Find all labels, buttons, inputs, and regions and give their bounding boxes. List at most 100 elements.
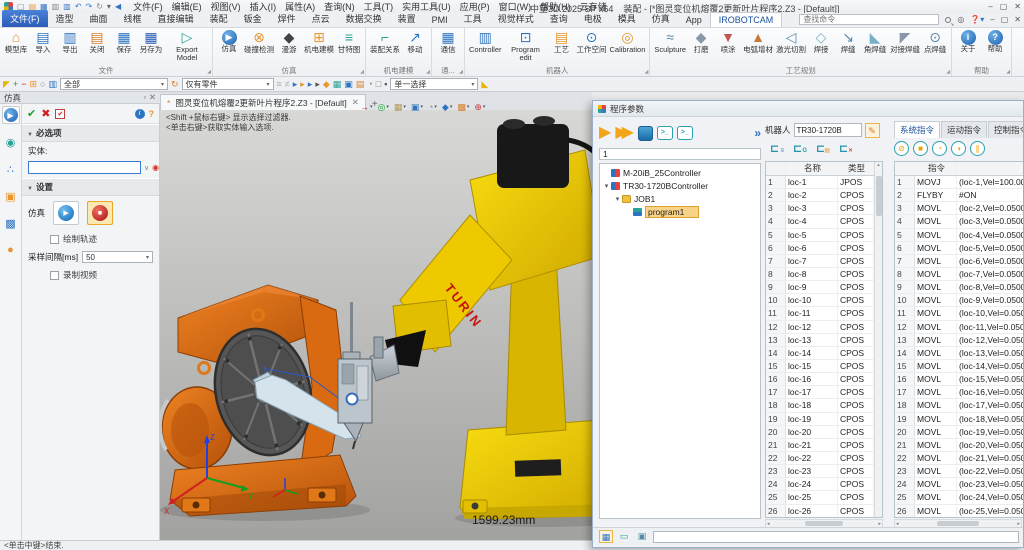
walkthrough-icon[interactable]: ◉ (2, 133, 20, 151)
dot-icon[interactable]: ▪ (384, 78, 387, 91)
program-window-input[interactable] (653, 531, 1019, 543)
mechatronics-tree-icon[interactable]: ∴ (2, 160, 20, 178)
ribbon-button[interactable]: ≡甘特图 (336, 29, 362, 54)
csys-icon[interactable]: ◎▾ (378, 102, 389, 113)
location-row[interactable]: 6loc-6CPOS1 (766, 242, 882, 255)
location-row[interactable]: 14loc-14CPOS1 (766, 347, 882, 360)
tree-expand-icon[interactable]: ▾ (613, 195, 622, 203)
ribbon-button[interactable]: ▼喷涂 (715, 29, 741, 54)
ribbon-button[interactable]: ↘焊缝 (835, 29, 861, 54)
ribbon-tab[interactable]: 钣金 (236, 10, 270, 27)
settings-gear-icon[interactable]: ◎ (957, 15, 964, 24)
human-icon[interactable]: ● (2, 241, 20, 259)
selection-mode-combo[interactable]: 单一选择▾ (390, 78, 478, 90)
pick-edge-icon[interactable]: ▸ (300, 78, 305, 91)
monitor-view-button[interactable]: ▭ (617, 530, 631, 543)
ribbon-button[interactable]: ⊙工作空间 (576, 29, 608, 54)
ribbon-tab[interactable]: PMI (424, 13, 456, 27)
location-row[interactable]: 19loc-19CPOS1 (766, 413, 882, 426)
location-row[interactable]: 15loc-15CPOS1 (766, 360, 882, 373)
close-icon[interactable]: ✕ (1014, 2, 1021, 11)
doc-restore-icon[interactable]: ▢ (1001, 15, 1009, 24)
insert-loc-button[interactable]: ⊏≡ (765, 142, 784, 158)
edit-robot-button[interactable]: ✎ (865, 123, 880, 138)
command-tab[interactable]: 控制指令 (988, 121, 1024, 138)
location-row[interactable]: 16loc-16CPOS1 (766, 373, 882, 386)
expand-more-button[interactable]: » (754, 126, 761, 140)
command-row[interactable]: 4MOVL(loc-3,Vel=0.05000,A (895, 215, 1024, 228)
command-row[interactable]: 25MOVL(loc-24,Vel=0.05000,A (895, 491, 1024, 504)
command-row[interactable]: 10MOVL(loc-9,Vel=0.05000,A (895, 294, 1024, 307)
ribbon-tab[interactable]: 点云 (304, 10, 338, 27)
ribbon-tab[interactable]: App (678, 13, 710, 27)
add-icon[interactable]: + (13, 78, 18, 91)
info-icon[interactable]: i (135, 109, 145, 119)
location-row[interactable]: 11loc-11CPOS1 (766, 307, 882, 320)
dialog-launcher-icon[interactable]: ◢ (459, 69, 463, 75)
ok-button[interactable]: ✔ (27, 107, 36, 120)
command-row[interactable]: 16MOVL(loc-15,Vel=0.05000,A (895, 373, 1024, 386)
ribbon-button[interactable]: ◤对接焊缝 (889, 29, 921, 54)
view-cube-icon[interactable]: ▣▾ (411, 102, 423, 113)
schedule-view-button[interactable]: ▣ (635, 530, 649, 543)
location-row[interactable]: 17loc-17CPOS1 (766, 386, 882, 399)
location-row[interactable]: 10loc-10CPOS1 (766, 294, 882, 307)
clock-icon[interactable]: ◔ (367, 78, 372, 91)
robot-combo[interactable]: TR30-1720B (794, 123, 862, 137)
snap-icon[interactable]: ◆ (323, 78, 330, 91)
tree-item[interactable]: ▾JOB1 (600, 192, 760, 205)
positioner-model[interactable] (160, 285, 356, 516)
ribbon-tab[interactable]: 模具 (610, 10, 644, 27)
location-row[interactable]: 21loc-21CPOS1 (766, 439, 882, 452)
ribbon-tab[interactable]: 电极 (576, 10, 610, 27)
ribbon-button[interactable]: ▤工艺 (549, 29, 575, 54)
location-row[interactable]: 23loc-23CPOS1 (766, 465, 882, 478)
stop-run-button[interactable] (638, 126, 653, 141)
command-search-input[interactable] (799, 14, 939, 25)
doc-close-icon[interactable]: ✕ (1014, 15, 1021, 24)
command-row[interactable]: 1MOVJ(loc-1,Vel=100.00000, (895, 176, 1024, 189)
command-row[interactable]: 26MOVL(loc-25,Vel=0.05000,A (895, 505, 1024, 518)
ribbon-tab[interactable]: 视觉样式 (490, 10, 542, 27)
filter-all-combo[interactable]: 全部▾ (60, 78, 168, 90)
ribbon-button[interactable]: ◇焊接 (808, 29, 834, 54)
location-row[interactable]: 8loc-8CPOS1 (766, 268, 882, 281)
run-button[interactable]: ▶ (599, 123, 611, 143)
ribbon-tab[interactable]: IROBOTCAM (710, 12, 783, 27)
section-icon[interactable]: ◆▾ (442, 102, 452, 113)
command-row[interactable]: 24MOVL(loc-23,Vel=0.05000,A (895, 478, 1024, 491)
required-section-header[interactable]: ▼必选项 (22, 124, 159, 142)
dialog-launcher-icon[interactable]: ◢ (426, 69, 430, 75)
grid-display-icon[interactable]: ▩▾ (457, 102, 469, 113)
ribbon-button[interactable]: ≈Sculpture (653, 29, 687, 54)
command-row[interactable]: 14MOVL(loc-13,Vel=0.05000,A (895, 347, 1024, 360)
search-icon[interactable] (945, 17, 951, 23)
stop-cmd-button[interactable]: ■ (913, 141, 928, 156)
dialog-launcher-icon[interactable]: ◢ (645, 69, 649, 75)
ribbon-button[interactable]: ▲电弧增材 (742, 29, 774, 54)
command-row[interactable]: 13MOVL(loc-12,Vel=0.05000,A (895, 334, 1024, 347)
pause-cmd-button[interactable]: ∥ (970, 141, 985, 156)
edit-cmd-button[interactable]: ⊘ (894, 141, 909, 156)
play-button[interactable]: ▶ (53, 201, 79, 225)
question-icon[interactable]: ? (149, 109, 155, 119)
unalign-icon[interactable]: ≠ (285, 78, 290, 91)
wait-cmd-button[interactable]: ◔ (932, 141, 947, 156)
location-row[interactable]: 20loc-20CPOS1 (766, 426, 882, 439)
ribbon-button[interactable]: ⊙点焊缝 (922, 29, 948, 54)
ribbon-button[interactable]: ◆漫游 (276, 29, 302, 54)
location-row[interactable]: 12loc-12CPOS1 (766, 321, 882, 334)
location-row[interactable]: 24loc-24CPOS1 (766, 478, 882, 491)
ribbon-button[interactable]: ⊞机电建模 (303, 29, 335, 54)
command-row[interactable]: 19MOVL(loc-18,Vel=0.05000,A (895, 413, 1024, 426)
pick-entity-icon[interactable]: ◉ (152, 163, 159, 172)
pick-face-icon[interactable]: ▸ (308, 78, 313, 91)
ribbon-tab[interactable]: 焊件 (270, 10, 304, 27)
record-video-checkbox[interactable] (50, 271, 59, 280)
sheet-icon[interactable]: ▤ (356, 78, 365, 91)
ribbon-button[interactable]: ◁激光切割 (775, 29, 807, 54)
delete-loc-button[interactable]: ⊏✕ (834, 142, 853, 158)
console-loop-button[interactable]: >_ (657, 126, 673, 140)
exit-view-icon[interactable]: →▾ (360, 102, 373, 112)
ribbon-button[interactable]: ⊡Program edit (504, 29, 548, 62)
